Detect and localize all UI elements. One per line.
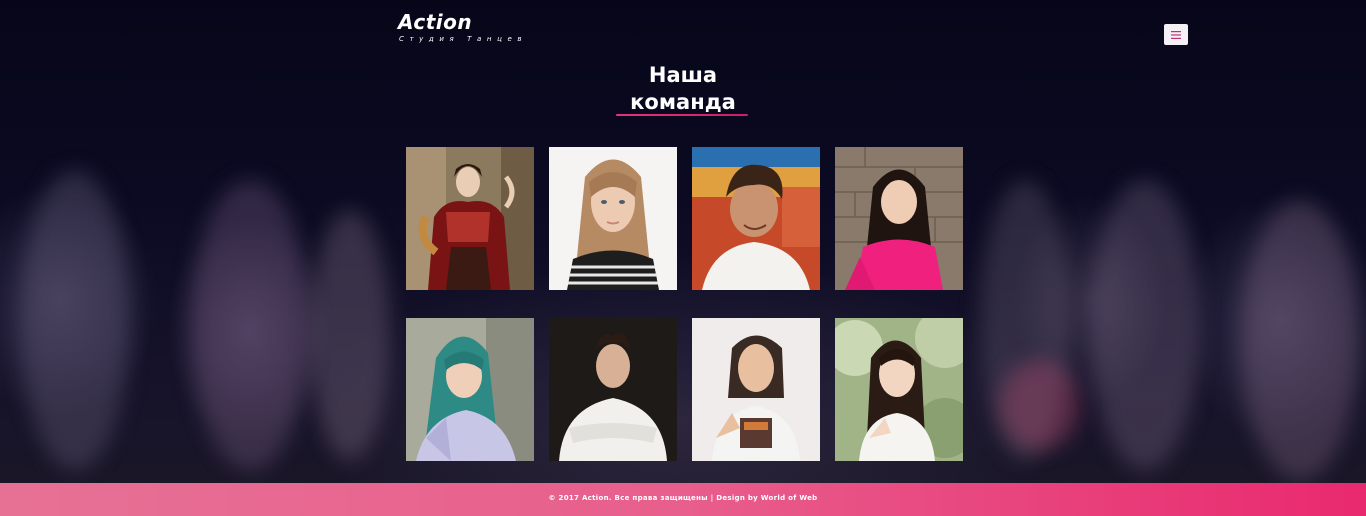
team-grid xyxy=(406,147,963,461)
team-member-photo[interactable] xyxy=(692,318,820,461)
footer-copyright: © 2017 Action. Все права защищены | Desi… xyxy=(548,493,818,502)
team-member-photo[interactable] xyxy=(835,318,963,461)
site-header: Action Студия Танцев xyxy=(0,0,1366,60)
section-title-line1: Наша xyxy=(648,63,718,87)
team-member-photo[interactable] xyxy=(406,147,534,290)
team-member-photo[interactable] xyxy=(549,318,677,461)
section-title: Наша команда xyxy=(583,62,783,116)
team-member-photo[interactable] xyxy=(835,147,963,290)
title-underline xyxy=(616,114,748,116)
menu-button[interactable] xyxy=(1164,24,1188,45)
site-tagline: Студия Танцев xyxy=(399,35,528,43)
section-title-line2: команда xyxy=(630,90,736,114)
site-footer: © 2017 Action. Все права защищены | Desi… xyxy=(0,483,1366,516)
team-member-photo[interactable] xyxy=(406,318,534,461)
team-member-photo[interactable] xyxy=(549,147,677,290)
site-logo[interactable]: Action xyxy=(398,10,472,34)
team-member-photo[interactable] xyxy=(692,147,820,290)
hamburger-menu-icon xyxy=(1171,30,1181,39)
